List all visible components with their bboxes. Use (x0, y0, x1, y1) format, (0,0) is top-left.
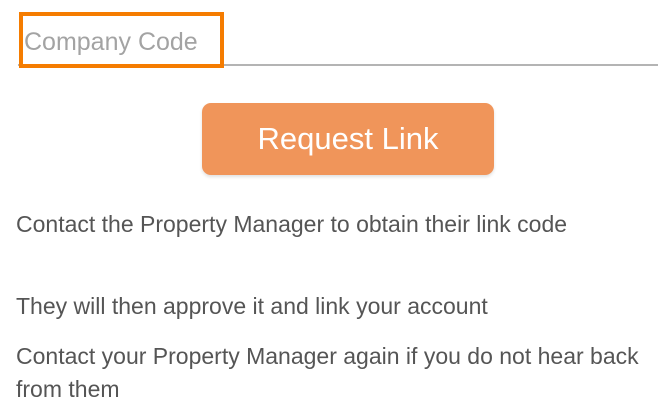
company-code-field (0, 0, 670, 72)
link-account-card: Request Link Contact the Property Manage… (0, 0, 670, 408)
instruction-contact-manager: Contact the Property Manager to obtain t… (16, 211, 568, 237)
request-link-button[interactable]: Request Link (202, 103, 494, 175)
instruction-follow-up: Contact your Property Manager again if y… (16, 343, 639, 402)
company-code-input[interactable] (18, 14, 658, 66)
instruction-approval: They will then approve it and link your … (16, 293, 488, 319)
